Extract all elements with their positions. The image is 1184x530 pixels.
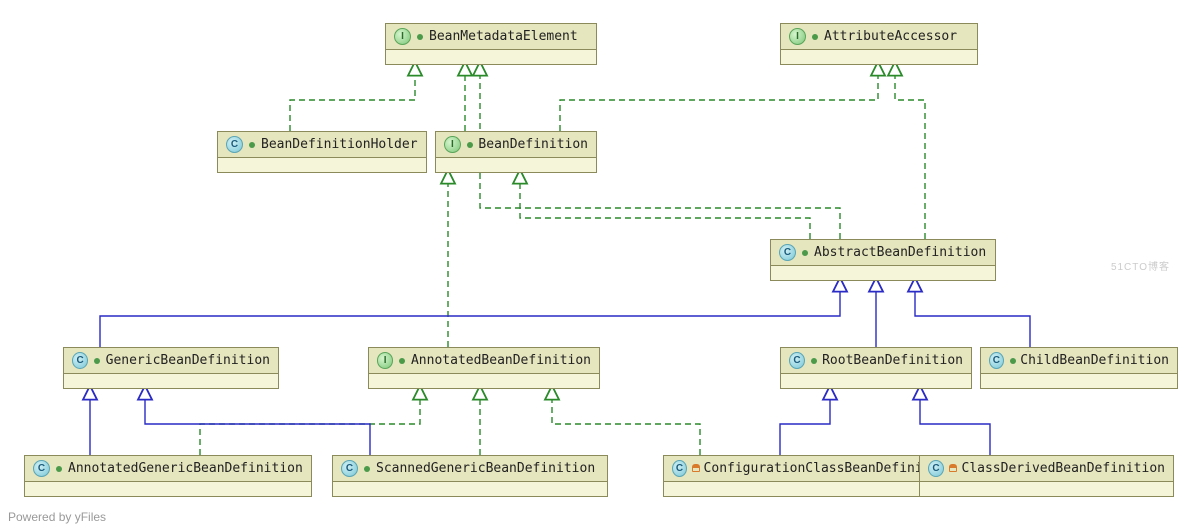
edge-ClassDerivedBeanDefinition-to-RootBeanDefinition: [920, 387, 990, 455]
edge-GenericBeanDefinition-to-AbstractBeanDefinition: [100, 279, 840, 347]
edge-ConfigurationClassBeanDefinition-to-RootBeanDefinition: [780, 387, 830, 455]
public-icon: [54, 464, 64, 474]
public-icon: [800, 248, 810, 258]
interface-icon: I: [394, 28, 411, 45]
node-title: ChildBeanDefinition: [1020, 353, 1169, 368]
interface-icon: I: [377, 352, 393, 369]
lock-icon: [948, 464, 957, 474]
node-title: GenericBeanDefinition: [106, 353, 270, 368]
uml-node-ConfigurationClassBeanDefinition[interactable]: CConfigurationClassBeanDefinition: [663, 455, 963, 497]
public-icon: [397, 356, 407, 366]
node-title: AnnotatedBeanDefinition: [411, 353, 591, 368]
edge-layer: [0, 0, 1184, 530]
node-title: ClassDerivedBeanDefinition: [962, 461, 1166, 476]
uml-node-BeanDefinitionHolder[interactable]: C BeanDefinitionHolder: [217, 131, 427, 173]
node-title: AttributeAccessor: [824, 29, 957, 44]
node-body: [25, 482, 311, 496]
lock-icon: [691, 464, 700, 474]
public-icon: [465, 140, 475, 150]
node-body: [218, 158, 426, 172]
class-icon: C: [789, 352, 805, 369]
node-title: BeanMetadataElement: [429, 29, 578, 44]
node-body: [436, 158, 596, 172]
uml-node-RootBeanDefinition[interactable]: C RootBeanDefinition: [780, 347, 972, 389]
edge-ConfigurationClassBeanDefinition-to-AnnotatedBeanDefinition: [552, 387, 700, 455]
class-icon: C: [72, 352, 88, 369]
public-icon: [415, 32, 425, 42]
edge-AbstractBeanDefinition-to-AttributeAccessor: [895, 63, 925, 239]
uml-node-BeanDefinition[interactable]: I BeanDefinition: [435, 131, 597, 173]
class-icon: C: [341, 460, 358, 477]
public-icon: [362, 464, 372, 474]
node-body: [781, 374, 971, 388]
interface-icon: I: [789, 28, 806, 45]
class-icon: C: [672, 460, 687, 477]
watermark-text: 51CTO博客: [1111, 258, 1170, 273]
uml-node-AnnotatedGenericBeanDefinition[interactable]: C AnnotatedGenericBeanDefinition: [24, 455, 312, 497]
uml-node-GenericBeanDefinition[interactable]: C GenericBeanDefinition: [63, 347, 279, 389]
node-body: [386, 50, 596, 64]
public-icon: [810, 32, 820, 42]
node-body: [369, 374, 599, 388]
node-title: BeanDefinition: [478, 137, 588, 152]
node-title: ScannedGenericBeanDefinition: [376, 461, 595, 476]
class-icon: C: [928, 460, 944, 477]
edge-AnnotatedGenericBeanDefinition-to-AnnotatedBeanDefinition: [200, 387, 420, 455]
node-title: BeanDefinitionHolder: [261, 137, 418, 152]
class-icon: C: [33, 460, 50, 477]
edge-ChildBeanDefinition-to-AbstractBeanDefinition: [915, 279, 1030, 347]
node-title: AnnotatedGenericBeanDefinition: [68, 461, 303, 476]
node-title: AbstractBeanDefinition: [814, 245, 986, 260]
node-body: [64, 374, 278, 388]
uml-node-ChildBeanDefinition[interactable]: C ChildBeanDefinition: [980, 347, 1178, 389]
uml-node-ClassDerivedBeanDefinition[interactable]: C ClassDerivedBeanDefinition: [919, 455, 1174, 497]
node-body: [333, 482, 607, 496]
edge-BeanDefinition-to-AttributeAccessor: [560, 63, 878, 131]
public-icon: [1008, 356, 1017, 366]
edge-AbstractBeanDefinition-to-BeanDefinition: [520, 171, 810, 239]
node-body: [920, 482, 1173, 496]
node-body: [781, 50, 977, 64]
node-body: [664, 482, 962, 496]
edge-BeanDefinitionHolder-to-BeanMetadataElement: [290, 63, 415, 131]
uml-node-BeanMetadataElement[interactable]: I BeanMetadataElement: [385, 23, 597, 65]
node-title: ConfigurationClassBeanDefinition: [704, 461, 954, 476]
public-icon: [247, 140, 257, 150]
public-icon: [92, 356, 101, 366]
class-icon: C: [989, 352, 1004, 369]
interface-icon: I: [444, 136, 461, 153]
uml-node-ScannedGenericBeanDefinition[interactable]: C ScannedGenericBeanDefinition: [332, 455, 608, 497]
class-icon: C: [226, 136, 243, 153]
public-icon: [809, 356, 818, 366]
node-body: [771, 266, 995, 280]
edge-ScannedGenericBeanDefinition-to-GenericBeanDefinition: [145, 387, 370, 455]
node-title: RootBeanDefinition: [822, 353, 963, 368]
attribution-text: Powered by yFiles: [8, 510, 106, 524]
node-body: [981, 374, 1177, 388]
uml-node-AbstractBeanDefinition[interactable]: C AbstractBeanDefinition: [770, 239, 996, 281]
uml-node-AttributeAccessor[interactable]: I AttributeAccessor: [780, 23, 978, 65]
uml-node-AnnotatedBeanDefinition[interactable]: I AnnotatedBeanDefinition: [368, 347, 600, 389]
class-icon: C: [779, 244, 796, 261]
